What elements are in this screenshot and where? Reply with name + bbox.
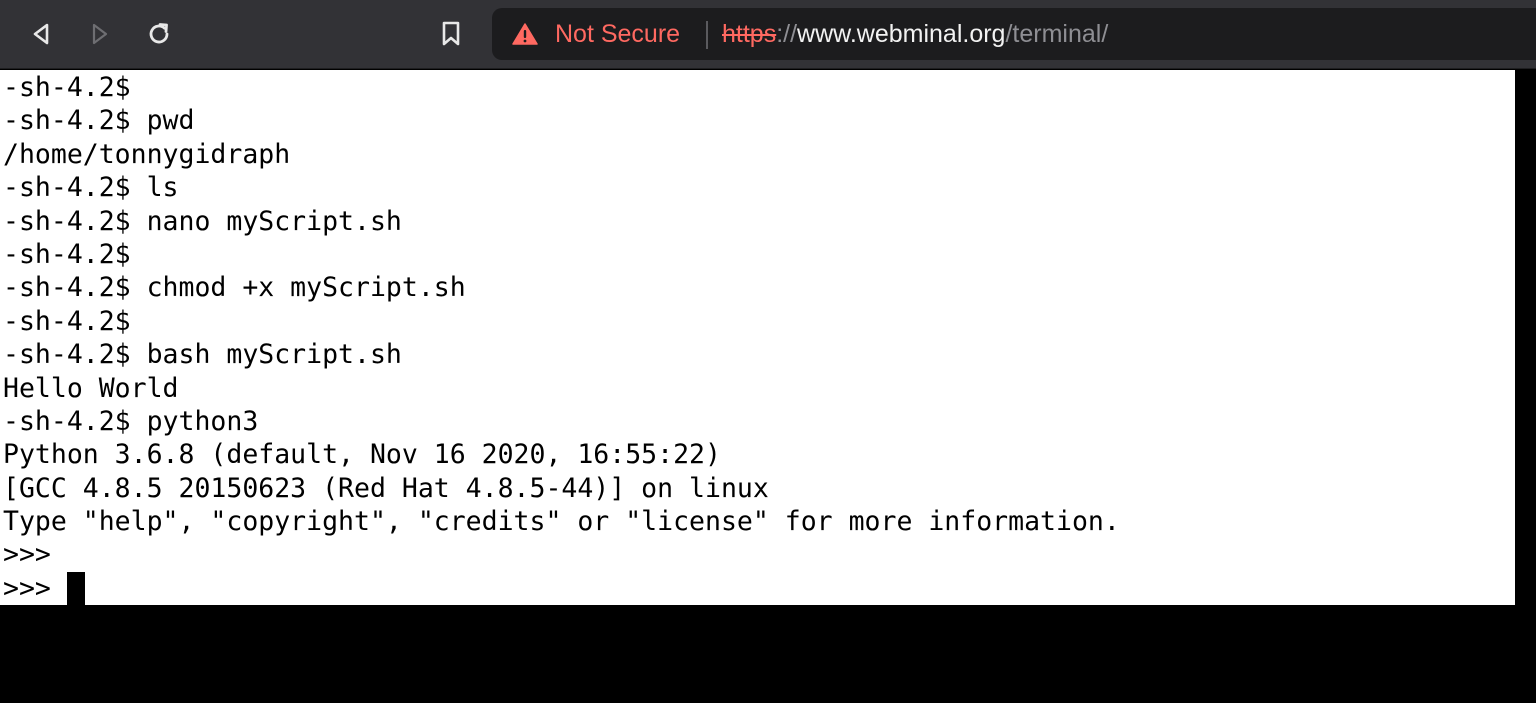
reload-icon: [149, 23, 169, 44]
terminal-input-line[interactable]: >>>: [3, 571, 1515, 605]
terminal-empty-area: [0, 605, 1515, 703]
url-scheme: https: [722, 20, 777, 48]
terminal-line: -sh-4.2$: [3, 238, 131, 270]
back-button[interactable]: [23, 16, 59, 52]
terminal-line: -sh-4.2$ bash myScript.sh: [3, 339, 402, 371]
terminal-line: -sh-4.2$ nano myScript.sh: [3, 205, 402, 237]
url-path: /terminal/: [1005, 20, 1109, 48]
terminal-line: -sh-4.2$: [3, 305, 131, 337]
reload-button[interactable]: [141, 16, 177, 52]
warning-triangle-icon: [512, 23, 538, 45]
terminal-line: -sh-4.2$ ls: [3, 172, 179, 204]
url-divider: [706, 21, 708, 49]
terminal-line: [GCC 4.8.5 20150623 (Red Hat 4.8.5-44)] …: [3, 472, 769, 504]
browser-toolbar: Not Secure https://www.webminal.org/term…: [0, 0, 1536, 69]
terminal-line: -sh-4.2$ chmod +x myScript.sh: [3, 272, 466, 304]
python-prompt: >>>: [3, 572, 51, 604]
bookmark-button[interactable]: [433, 16, 469, 52]
terminal-line: /home/tonnygidraph: [3, 138, 291, 170]
terminal-cursor: [66, 571, 85, 605]
back-arrow-icon: [33, 23, 49, 45]
terminal-line: -sh-4.2$: [3, 72, 131, 103]
terminal-line: Python 3.6.8 (default, Nov 16 2020, 16:5…: [3, 439, 721, 471]
url-separator: ://: [776, 20, 798, 48]
terminal-line: Type "help", "copyright", "credits" or "…: [3, 506, 1120, 538]
forward-arrow-icon: [92, 23, 108, 45]
security-label[interactable]: Not Secure: [555, 19, 680, 49]
terminal-screen[interactable]: -sh-4.2$ -sh-4.2$ pwd /home/tonnygidraph…: [0, 70, 1515, 605]
url-host: www.webminal.org: [797, 20, 1006, 48]
bookmark-icon: [442, 21, 460, 46]
terminal-line: -sh-4.2$ python3: [3, 405, 259, 437]
url-text[interactable]: https://www.webminal.org/terminal/: [722, 19, 1108, 49]
address-bar[interactable]: Not Secure https://www.webminal.org/term…: [492, 8, 1536, 60]
terminal-line: -sh-4.2$ pwd: [3, 105, 195, 137]
terminal-line: >>>: [3, 539, 51, 571]
terminal-line: Hello World: [3, 372, 179, 404]
forward-button[interactable]: [82, 16, 118, 52]
terminal-scroll-gutter: [1515, 70, 1536, 703]
